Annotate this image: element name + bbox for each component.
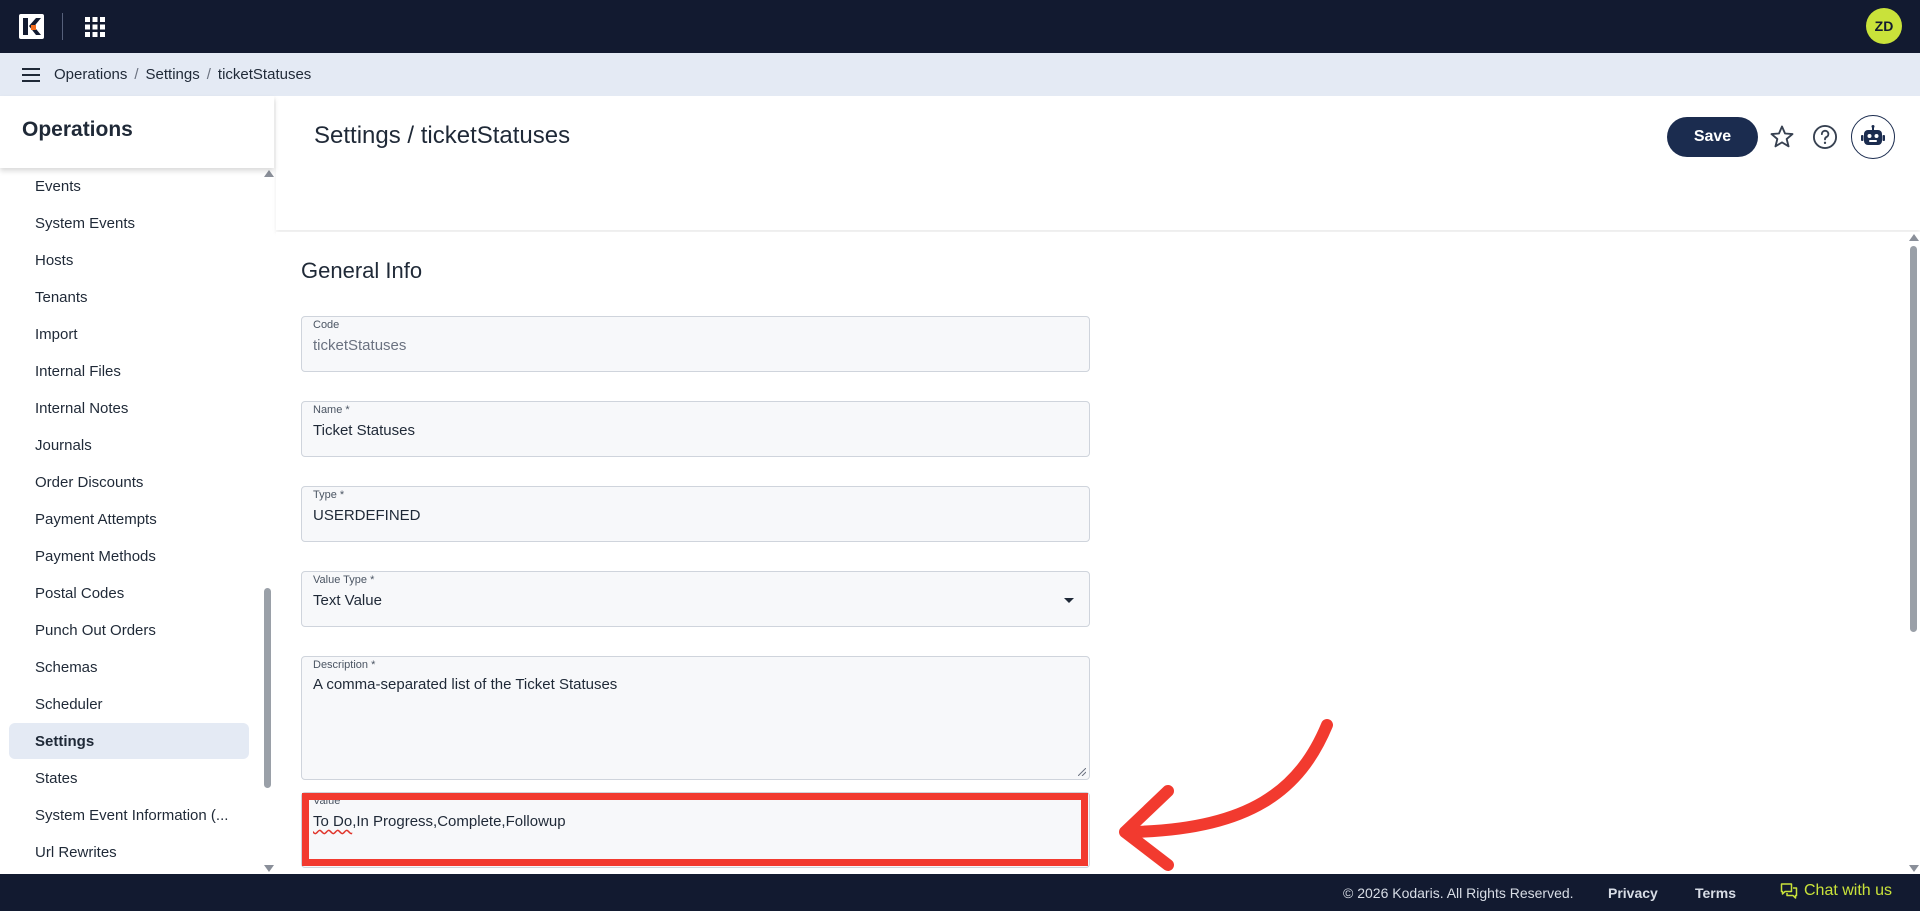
form-area: General Info Code ticketStatuses Name * … <box>276 232 1908 874</box>
scroll-down-arrow-icon[interactable] <box>264 865 274 872</box>
resize-handle-icon[interactable] <box>1078 768 1086 776</box>
main-scrollbar[interactable] <box>1908 232 1920 874</box>
sidebar-list: Events System Events Hosts Tenants Impor… <box>0 168 262 874</box>
type-field[interactable]: Type * USERDEFINED <box>301 486 1090 542</box>
name-label: Name * <box>313 404 350 416</box>
description-textarea[interactable]: Description * A comma-separated list of … <box>301 656 1090 780</box>
help-icon[interactable] <box>1811 123 1839 151</box>
scroll-up-arrow-icon[interactable] <box>264 170 274 177</box>
chevron-down-icon[interactable] <box>1064 598 1074 603</box>
robot-icon <box>1861 125 1885 145</box>
section-title: General Info <box>301 258 423 283</box>
value-field[interactable]: Value To Do,In Progress,Complete,Followu… <box>301 792 1090 868</box>
content-header: Settings / ticketStatuses Save <box>276 96 1920 230</box>
name-value[interactable]: Ticket Statuses <box>313 422 415 439</box>
description-label: Description * <box>313 659 376 671</box>
menu-icon[interactable] <box>22 67 40 82</box>
sidebar-item-import[interactable]: Import <box>9 316 249 352</box>
sidebar-item-order-discounts[interactable]: Order Discounts <box>9 464 249 500</box>
code-label: Code <box>313 319 340 331</box>
type-value[interactable]: USERDEFINED <box>313 507 421 524</box>
value-rest: ,In Progress,Complete,Followup <box>352 813 566 830</box>
sidebar-item-schemas[interactable]: Schemas <box>9 649 249 685</box>
description-value[interactable]: A comma-separated list of the Ticket Sta… <box>313 676 617 693</box>
sidebar-item-system-events[interactable]: System Events <box>9 205 249 241</box>
assistant-robot-button[interactable] <box>1851 115 1895 159</box>
sidebar-item-internal-notes[interactable]: Internal Notes <box>9 390 249 426</box>
type-label: Type * <box>313 489 345 501</box>
value-input[interactable]: To Do,In Progress,Complete,Followup <box>313 813 566 830</box>
sidebar-item-states[interactable]: States <box>9 760 249 796</box>
sidebar-item-payment-methods[interactable]: Payment Methods <box>9 538 249 574</box>
save-button[interactable]: Save <box>1667 117 1758 157</box>
value-misspelled-token: To Do <box>313 813 353 830</box>
sidebar-item-hosts[interactable]: Hosts <box>9 242 249 278</box>
divider <box>62 13 63 40</box>
sidebar-item-events[interactable]: Events <box>9 168 249 204</box>
breadcrumb-bar: Operations / Settings / ticketStatuses <box>0 53 1920 96</box>
sidebar-item-punch-out-orders[interactable]: Punch Out Orders <box>9 612 249 648</box>
sidebar-title: Operations <box>22 118 133 141</box>
sidebar: Operations Events System Events Hosts Te… <box>0 96 274 874</box>
breadcrumb-separator: / <box>206 66 211 83</box>
value-type-selected[interactable]: Text Value <box>313 592 382 609</box>
name-field[interactable]: Name * Ticket Statuses <box>301 401 1090 457</box>
sidebar-item-settings[interactable]: Settings <box>9 723 249 759</box>
sidebar-item-tenants[interactable]: Tenants <box>9 279 249 315</box>
sidebar-item-payment-attempts[interactable]: Payment Attempts <box>9 501 249 537</box>
chat-with-us-button[interactable]: Chat with us <box>1780 882 1892 900</box>
sidebar-scrollbar[interactable] <box>262 168 274 874</box>
value-label: Value <box>313 795 341 807</box>
sidebar-item-internal-files[interactable]: Internal Files <box>9 353 249 389</box>
grid-icon[interactable] <box>84 16 106 38</box>
value-type-label: Value Type * <box>313 574 375 586</box>
value-type-select[interactable]: Value Type * Text Value <box>301 571 1090 627</box>
code-field: Code ticketStatuses <box>301 316 1090 372</box>
top-navigation-bar: ZD <box>0 0 1920 53</box>
user-avatar[interactable]: ZD <box>1866 8 1902 44</box>
breadcrumb-settings[interactable]: Settings <box>146 66 200 83</box>
page-title: Settings / ticketStatuses <box>314 122 571 149</box>
sidebar-item-system-event-information[interactable]: System Event Information (... <box>9 797 249 833</box>
code-value: ticketStatuses <box>313 337 407 354</box>
sidebar-item-url-rewrites[interactable]: Url Rewrites <box>9 834 249 870</box>
breadcrumb-operations[interactable]: Operations <box>54 66 127 83</box>
terms-link[interactable]: Terms <box>1695 885 1736 901</box>
copyright-text: © 2026 Kodaris. All Rights Reserved. <box>1343 885 1574 901</box>
footer: © 2026 Kodaris. All Rights Reserved. Pri… <box>0 874 1920 911</box>
breadcrumb-ticketstatuses: ticketStatuses <box>217 66 312 83</box>
kodaris-logo[interactable] <box>19 14 44 39</box>
chat-label: Chat with us <box>1804 882 1893 899</box>
star-icon[interactable] <box>1768 123 1796 151</box>
scrollbar-thumb[interactable] <box>264 588 271 788</box>
sidebar-item-postal-codes[interactable]: Postal Codes <box>9 575 249 611</box>
sidebar-header: Operations <box>0 96 274 168</box>
scroll-up-arrow-icon[interactable] <box>1909 234 1919 241</box>
chat-icon <box>1780 883 1798 899</box>
breadcrumb: Operations / Settings / ticketStatuses <box>54 66 311 83</box>
breadcrumb-separator: / <box>134 66 139 83</box>
scrollbar-thumb[interactable] <box>1910 246 1917 632</box>
privacy-link[interactable]: Privacy <box>1608 885 1658 901</box>
scroll-down-arrow-icon[interactable] <box>1909 865 1919 872</box>
sidebar-item-scheduler[interactable]: Scheduler <box>9 686 249 722</box>
sidebar-item-journals[interactable]: Journals <box>9 427 249 463</box>
